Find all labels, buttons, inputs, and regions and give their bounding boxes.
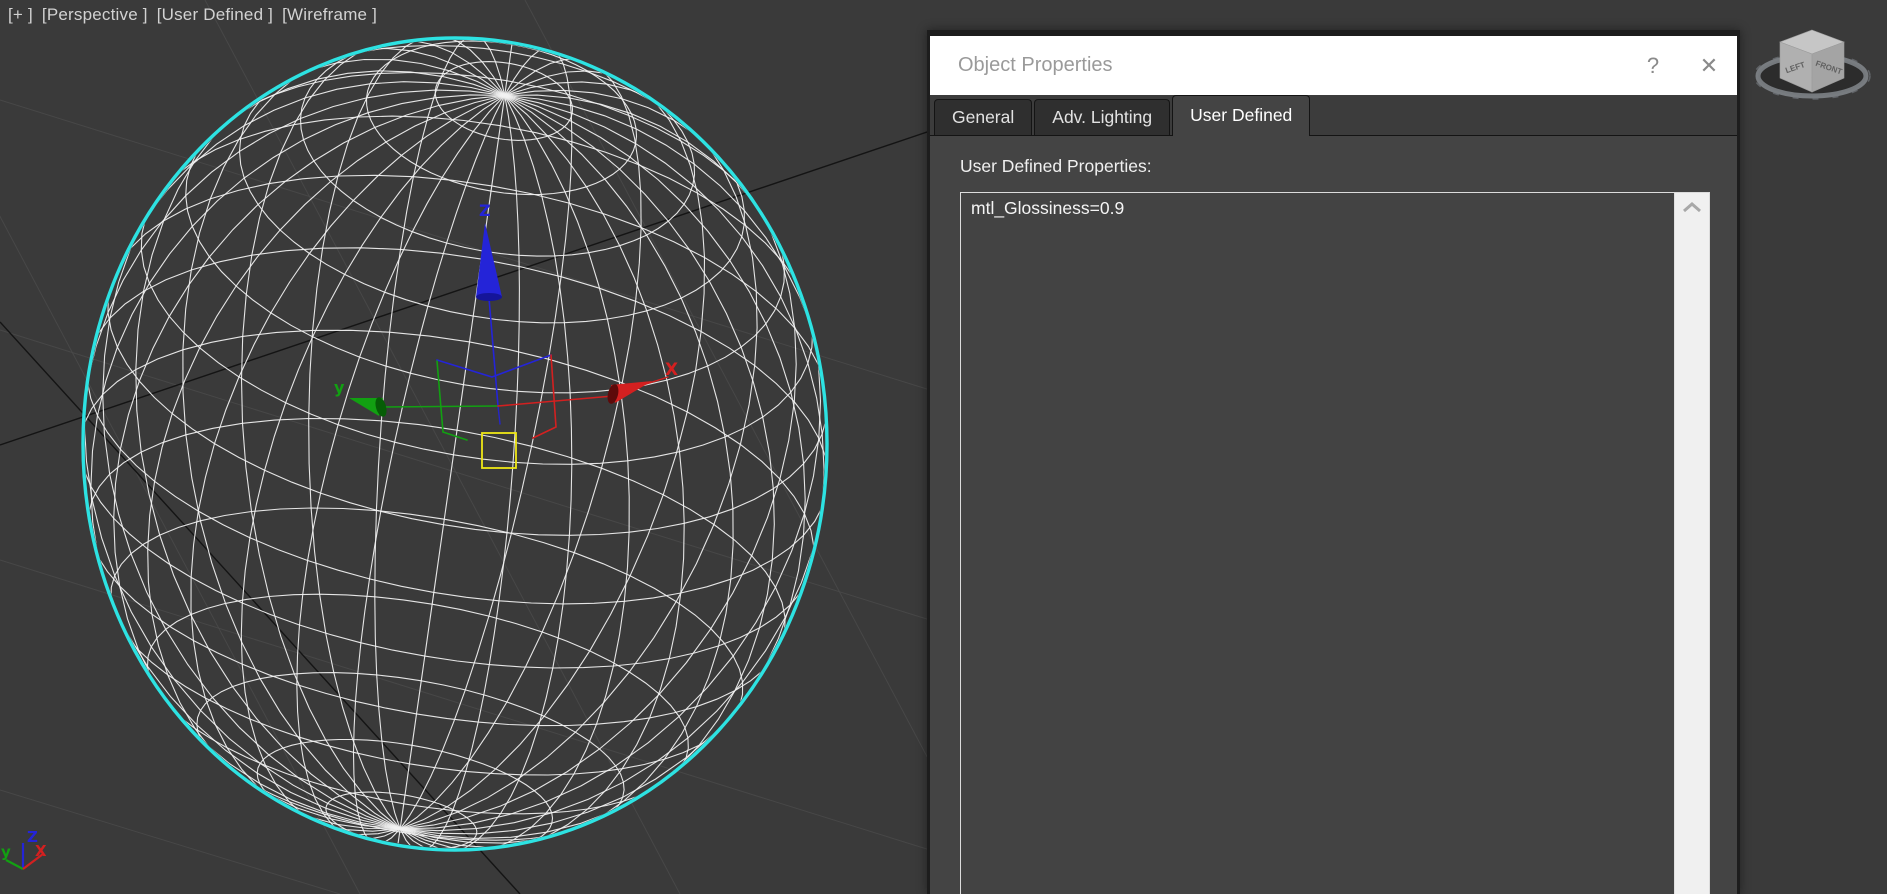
user-defined-properties-label: User Defined Properties:	[960, 156, 1152, 176]
svg-text:y: y	[334, 378, 345, 397]
dialog-tabstrip: General Adv. Lighting User Defined	[930, 95, 1737, 136]
world-axis-tripod: Zy X	[1, 828, 47, 870]
tab-user-defined[interactable]: User Defined	[1172, 95, 1311, 136]
dialog-titlebar[interactable]: Object Properties ? ✕	[930, 36, 1737, 95]
user-defined-tab-panel: User Defined Properties: mtl_Glossiness=…	[930, 136, 1737, 894]
tab-general[interactable]: General	[934, 99, 1033, 135]
object-properties-dialog: Object Properties ? ✕ General Adv. Lighti…	[927, 30, 1740, 894]
svg-text:y: y	[1, 843, 11, 861]
viewcube[interactable]: LEFT FRONT	[1749, 12, 1879, 122]
viewport-menu-lighting[interactable]: [User Defined ]	[157, 5, 273, 24]
svg-text:X: X	[35, 842, 47, 860]
home-grid	[0, 0, 1001, 894]
user-defined-properties-text: mtl_Glossiness=0.9	[971, 198, 1125, 218]
user-defined-properties-textarea[interactable]: mtl_Glossiness=0.9	[960, 192, 1710, 894]
viewport-menu-general[interactable]: [+ ]	[8, 5, 33, 24]
help-button[interactable]: ?	[1625, 36, 1681, 95]
dialog-title: Object Properties	[958, 54, 1113, 76]
viewport-menu-shading[interactable]: [Wireframe ]	[282, 5, 377, 24]
scroll-up-arrow-icon[interactable]	[1675, 193, 1709, 223]
tab-adv-lighting[interactable]: Adv. Lighting	[1034, 99, 1171, 135]
3dsmax-viewport-screen: { "viewport": { "label_segments": ["[+ ]…	[0, 0, 1887, 894]
move-gizmo[interactable]: Zy X	[334, 201, 678, 469]
textarea-scrollbar[interactable]	[1674, 193, 1709, 894]
svg-text:Z: Z	[479, 201, 491, 220]
gizmo-z-arrow[interactable]	[476, 223, 502, 297]
close-button[interactable]: ✕	[1681, 36, 1737, 95]
viewport-menu-pov[interactable]: [Perspective ]	[42, 5, 148, 24]
svg-text:X: X	[665, 360, 678, 380]
viewport-label: [+ ] [Perspective ] [User Defined ] [Wirefr…	[8, 5, 386, 25]
